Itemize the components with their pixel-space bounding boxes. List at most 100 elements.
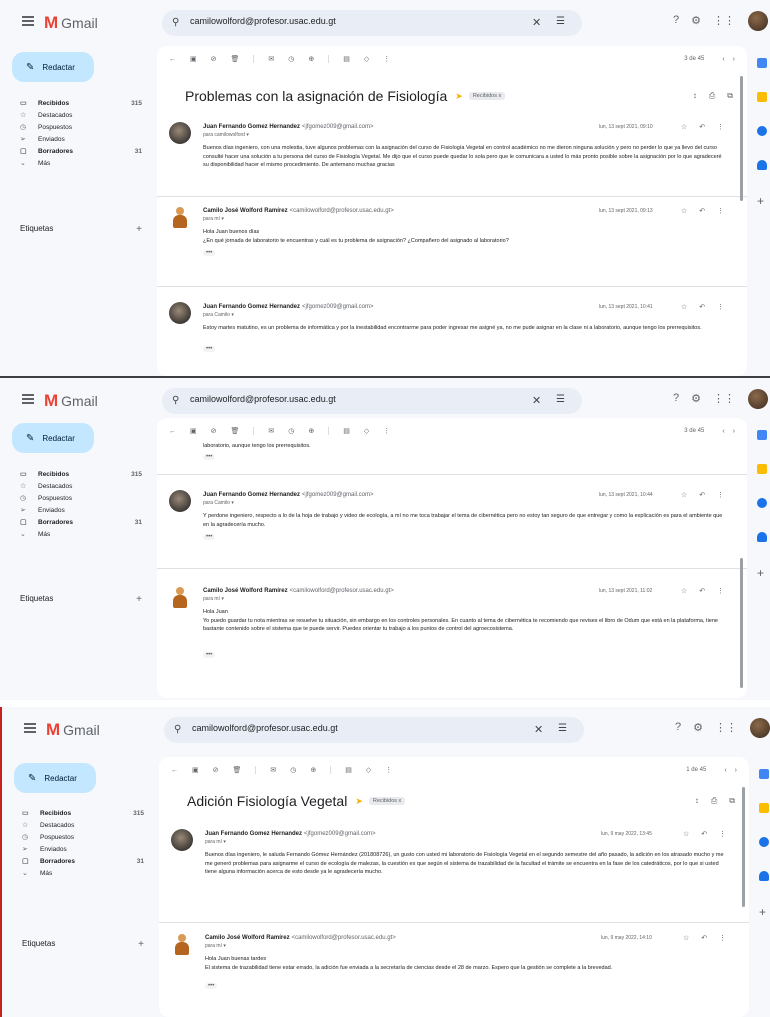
search-bar[interactable]: ⚲ ✕ ☰ xyxy=(164,717,584,743)
more-options-icon[interactable]: ⋮ xyxy=(717,491,724,499)
delete-icon[interactable]: 🗑 xyxy=(233,766,242,774)
more-icon[interactable]: ⋮ xyxy=(385,766,392,774)
open-new-window-icon[interactable]: ⧉ xyxy=(729,796,735,806)
calendar-icon[interactable] xyxy=(757,430,767,440)
recipient-line[interactable]: para mí ▾ xyxy=(205,943,226,949)
sender-avatar[interactable] xyxy=(169,206,191,228)
mark-unread-icon[interactable]: ✉ xyxy=(270,766,276,774)
search-icon[interactable]: ⚲ xyxy=(172,395,179,406)
add-addon-icon[interactable]: + xyxy=(759,905,769,919)
account-avatar[interactable] xyxy=(748,11,768,31)
inbox-label-chip[interactable]: Recibidos x xyxy=(468,92,506,100)
delete-icon[interactable]: 🗑 xyxy=(231,55,240,63)
important-marker-icon[interactable]: ➤ xyxy=(455,91,463,102)
add-addon-icon[interactable]: + xyxy=(757,194,767,208)
gmail-logo[interactable]: M Gmail xyxy=(44,13,98,33)
star-icon[interactable]: ☆ xyxy=(681,207,687,215)
add-task-icon[interactable]: ⊕ xyxy=(308,55,314,63)
sender-avatar[interactable] xyxy=(169,302,191,324)
important-marker-icon[interactable]: ➤ xyxy=(355,796,363,807)
more-icon[interactable]: ⋮ xyxy=(383,427,390,435)
search-options-icon[interactable]: ☰ xyxy=(556,16,565,27)
inbox-label-chip[interactable]: Recibidos x xyxy=(368,797,406,805)
move-to-icon[interactable]: ▤ xyxy=(343,427,350,435)
show-trimmed-button[interactable]: ••• xyxy=(203,534,216,540)
search-input[interactable] xyxy=(192,723,512,733)
label-icon[interactable]: ◇ xyxy=(366,766,371,774)
add-task-icon[interactable]: ⊕ xyxy=(308,427,314,435)
search-input[interactable] xyxy=(190,16,510,26)
mark-unread-icon[interactable]: ✉ xyxy=(268,427,274,435)
settings-gear-icon[interactable]: ⚙ xyxy=(691,392,701,405)
archive-icon[interactable]: ▣ xyxy=(190,427,197,435)
support-icon[interactable]: ? xyxy=(673,14,679,27)
back-arrow-icon[interactable]: ← xyxy=(171,767,178,774)
sidebar-item-more[interactable]: ⌄ Más xyxy=(20,528,148,540)
search-bar[interactable]: ⚲ ✕ ☰ xyxy=(162,388,582,414)
reply-icon[interactable]: ↶ xyxy=(701,934,707,942)
newer-icon[interactable]: ‹ xyxy=(722,56,724,63)
back-arrow-icon[interactable]: ← xyxy=(169,56,176,63)
delete-icon[interactable]: 🗑 xyxy=(231,427,240,435)
print-icon[interactable]: ⎙ xyxy=(711,796,717,806)
recipient-line[interactable]: para mí ▾ xyxy=(203,596,224,602)
more-options-icon[interactable]: ⋮ xyxy=(719,830,726,838)
clear-search-icon[interactable]: ✕ xyxy=(532,16,541,29)
sidebar-item-drafts[interactable]: ▢ Borradores 31 xyxy=(22,855,150,867)
keep-icon[interactable] xyxy=(757,92,767,102)
sidebar-item-starred[interactable]: ☆ Destacados xyxy=(20,109,148,121)
older-icon[interactable]: › xyxy=(735,767,737,774)
account-avatar[interactable] xyxy=(748,389,768,409)
recipient-line[interactable]: para Camilo ▾ xyxy=(203,500,234,506)
recipient-line[interactable]: para mí ▾ xyxy=(203,216,224,222)
compose-button[interactable]: ✎ Redactar xyxy=(14,763,96,793)
reply-icon[interactable]: ↶ xyxy=(699,587,705,595)
add-addon-icon[interactable]: + xyxy=(757,566,767,580)
search-input[interactable] xyxy=(190,394,510,404)
add-label-icon[interactable]: + xyxy=(136,224,142,235)
move-to-icon[interactable]: ▤ xyxy=(343,55,350,63)
reply-icon[interactable]: ↶ xyxy=(699,491,705,499)
star-icon[interactable]: ☆ xyxy=(681,587,687,595)
newer-icon[interactable]: ‹ xyxy=(722,428,724,435)
print-icon[interactable]: ⎙ xyxy=(709,91,715,101)
archive-icon[interactable]: ▣ xyxy=(192,766,199,774)
newer-icon[interactable]: ‹ xyxy=(724,767,726,774)
add-label-icon[interactable]: + xyxy=(138,939,144,950)
reply-icon[interactable]: ↶ xyxy=(699,207,705,215)
sender-avatar[interactable] xyxy=(169,122,191,144)
account-avatar[interactable] xyxy=(750,718,770,738)
mark-unread-icon[interactable]: ✉ xyxy=(268,55,274,63)
sidebar-item-more[interactable]: ⌄ Más xyxy=(22,867,150,879)
contacts-icon[interactable] xyxy=(759,871,769,881)
show-trimmed-button[interactable]: ••• xyxy=(203,652,216,658)
support-icon[interactable]: ? xyxy=(675,721,681,734)
more-options-icon[interactable]: ⋮ xyxy=(717,303,724,311)
more-options-icon[interactable]: ⋮ xyxy=(717,123,724,131)
main-menu-icon[interactable] xyxy=(24,723,36,733)
sidebar-item-starred[interactable]: ☆ Destacados xyxy=(22,819,150,831)
search-icon[interactable]: ⚲ xyxy=(172,17,179,28)
contacts-icon[interactable] xyxy=(757,532,767,542)
sidebar-item-drafts[interactable]: ▢ Borradores 31 xyxy=(20,145,148,157)
tasks-icon[interactable] xyxy=(757,498,767,508)
snooze-icon[interactable]: ◷ xyxy=(288,427,294,435)
reply-icon[interactable]: ↶ xyxy=(699,303,705,311)
star-icon[interactable]: ☆ xyxy=(683,934,689,942)
older-icon[interactable]: › xyxy=(733,56,735,63)
sidebar-item-starred[interactable]: ☆ Destacados xyxy=(20,480,148,492)
sidebar-item-snoozed[interactable]: ◷ Pospuestos xyxy=(20,492,148,504)
keep-icon[interactable] xyxy=(757,464,767,474)
apps-grid-icon[interactable]: ⋮⋮ xyxy=(713,14,735,27)
sidebar-item-drafts[interactable]: ▢ Borradores 31 xyxy=(20,516,148,528)
sidebar-item-inbox[interactable]: ▭ Recibidos 315 xyxy=(22,807,150,819)
move-to-icon[interactable]: ▤ xyxy=(345,766,352,774)
snooze-icon[interactable]: ◷ xyxy=(288,55,294,63)
gmail-logo[interactable]: M Gmail xyxy=(46,720,100,740)
show-trimmed-button[interactable]: ••• xyxy=(203,454,216,460)
scrollbar[interactable] xyxy=(740,76,743,201)
sender-avatar[interactable] xyxy=(169,586,191,608)
settings-gear-icon[interactable]: ⚙ xyxy=(693,721,703,734)
search-icon[interactable]: ⚲ xyxy=(174,724,181,735)
collapse-all-icon[interactable]: ↕ xyxy=(693,91,697,101)
